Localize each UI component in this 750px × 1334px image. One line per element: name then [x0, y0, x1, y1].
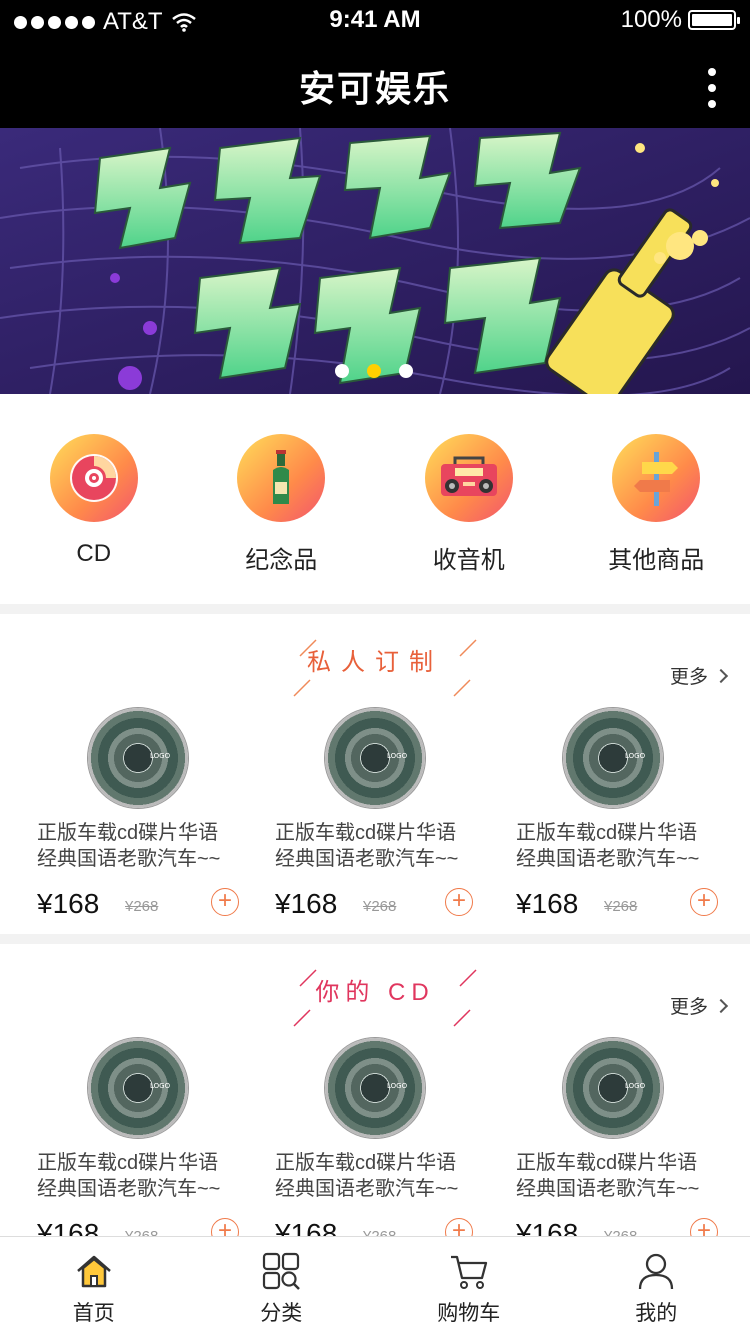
tab-label: 首页 [72, 1302, 115, 1325]
category-souvenir[interactable]: 纪念品 [188, 394, 376, 604]
banner-pager[interactable] [335, 364, 413, 378]
category-radio[interactable]: 收音机 [375, 394, 563, 604]
tab-label: 我的 [635, 1302, 678, 1325]
product-title-line: 正版车载cd碟片华语 [275, 822, 457, 844]
tab-label: 分类 [260, 1302, 303, 1325]
cd-cover-image [563, 708, 663, 808]
category-label: 纪念品 [245, 547, 318, 574]
tab-label: 购物车 [437, 1302, 501, 1325]
add-to-cart-button[interactable]: + [445, 888, 473, 916]
product-old-price: ¥268 [363, 898, 397, 915]
product-card[interactable]: 正版车载cd碟片华语 经典国语老歌汽车~~ ¥168 ¥268 + [0, 704, 250, 944]
product-list: 正版车载cd碟片华语 经典国语老歌汽车~~ ¥168 ¥268 + 正版车载cd… [0, 1034, 750, 1244]
banner-carousel[interactable] [0, 128, 750, 394]
category-label: CD [76, 540, 112, 567]
bottle-icon [237, 434, 326, 522]
product-card[interactable]: 正版车载cd碟片华语 经典国语老歌汽车~~ ¥168 ¥268 + [250, 704, 500, 944]
product-title-line: 经典国语老歌汽车~~ [516, 1178, 700, 1200]
product-title: 正版车载cd碟片华语 经典国语老歌汽车~~ [516, 820, 721, 872]
product-title-line: 经典国语老歌汽车~~ [37, 1178, 221, 1200]
tab-me[interactable]: 我的 [563, 1237, 750, 1334]
product-title-line: 正版车载cd碟片华语 [516, 1152, 698, 1174]
section-title: 私人订制 [307, 649, 443, 676]
more-link[interactable]: 更多 [669, 662, 729, 689]
product-title-line: 正版车载cd碟片华语 [37, 1152, 219, 1174]
product-old-price: ¥268 [604, 898, 638, 915]
user-icon [639, 1253, 674, 1290]
product-title-line: 经典国语老歌汽车~~ [275, 1178, 459, 1200]
cd-cover-image [325, 1038, 425, 1138]
product-title: 正版车载cd碟片华语 经典国语老歌汽车~~ [275, 820, 480, 872]
product-card[interactable]: 正版车载cd碟片华语 经典国语老歌汽车~~ ¥168 ¥268 + [500, 1034, 750, 1244]
product-title-line: 经典国语老歌汽车~~ [516, 848, 700, 870]
product-card[interactable]: 正版车载cd碟片华语 经典国语老歌汽车~~ ¥168 ¥268 + [500, 704, 750, 944]
tab-cart[interactable]: 购物车 [375, 1237, 563, 1334]
product-price: ¥168 [37, 888, 100, 919]
status-bar: AT&T 9:41 AM 100% [0, 0, 750, 40]
more-link[interactable]: 更多 [669, 992, 729, 1019]
product-title-line: 正版车载cd碟片华语 [275, 1152, 457, 1174]
add-to-cart-button[interactable]: + [690, 888, 718, 916]
category-label: 收音机 [432, 547, 505, 574]
nav-bar: 安可娱乐 [0, 40, 750, 128]
cd-cover-image [325, 708, 425, 808]
pager-dot[interactable] [399, 364, 413, 378]
more-label: 更多 [669, 997, 708, 1018]
product-list: 正版车载cd碟片华语 经典国语老歌汽车~~ ¥168 ¥268 + 正版车载cd… [0, 704, 750, 944]
section-your-cd: 你的 CD 更多 正版车载cd碟片华语 经典国语老歌汽车~~ ¥168 ¥268… [0, 944, 750, 1244]
banner-artwork [0, 128, 750, 394]
product-card[interactable]: 正版车载cd碟片华语 经典国语老歌汽车~~ ¥168 ¥268 + [250, 1034, 500, 1244]
home-icon [76, 1255, 111, 1288]
battery-icon [688, 10, 740, 30]
category-others[interactable]: 其他商品 [563, 394, 750, 604]
cd-disc-icon [49, 434, 138, 522]
product-price: ¥168 [516, 888, 579, 919]
chevron-right-icon [713, 998, 729, 1013]
cd-cover-image [563, 1038, 663, 1138]
product-card[interactable]: 正版车载cd碟片华语 经典国语老歌汽车~~ ¥168 ¥268 + [0, 1034, 250, 1244]
category-cd[interactable]: CD [0, 394, 188, 604]
more-vertical-icon[interactable] [704, 68, 720, 108]
category-label: 其他商品 [608, 547, 705, 574]
add-to-cart-button[interactable]: + [211, 888, 239, 916]
pager-dot[interactable] [335, 364, 349, 378]
product-old-price: ¥268 [125, 898, 159, 915]
cd-cover-image [88, 708, 188, 808]
category-grid-icon [263, 1252, 301, 1290]
product-title: 正版车载cd碟片华语 经典国语老歌汽车~~ [516, 1150, 721, 1202]
battery-percent: 100% [620, 6, 682, 33]
chevron-right-icon [713, 668, 729, 683]
product-price: ¥168 [275, 888, 338, 919]
cart-icon [450, 1255, 487, 1289]
product-title-line: 经典国语老歌汽车~~ [37, 848, 221, 870]
product-title-line: 正版车载cd碟片华语 [37, 822, 219, 844]
page-title: 安可娱乐 [298, 68, 451, 109]
section-title: 你的 CD [315, 979, 435, 1006]
tab-home[interactable]: 首页 [0, 1237, 188, 1334]
product-title: 正版车载cd碟片华语 经典国语老歌汽车~~ [37, 820, 242, 872]
product-title-line: 经典国语老歌汽车~~ [275, 848, 459, 870]
product-title: 正版车载cd碟片华语 经典国语老歌汽车~~ [275, 1150, 480, 1202]
category-row: CD 纪念品 收音机 其他商品 [0, 394, 750, 604]
product-title: 正版车载cd碟片华语 经典国语老歌汽车~~ [37, 1150, 242, 1202]
radio-icon [424, 434, 513, 522]
signpost-icon [612, 434, 701, 522]
section-private-custom: 私人订制 更多 正版车载cd碟片华语 经典国语老歌汽车~~ ¥168 ¥268 … [0, 614, 750, 934]
more-label: 更多 [669, 667, 708, 688]
pager-dot-active[interactable] [367, 364, 381, 378]
tab-category[interactable]: 分类 [188, 1237, 376, 1334]
tab-bar: 首页 分类 购物车 我的 [0, 1236, 750, 1334]
cd-cover-image [88, 1038, 188, 1138]
product-title-line: 正版车载cd碟片华语 [516, 822, 698, 844]
